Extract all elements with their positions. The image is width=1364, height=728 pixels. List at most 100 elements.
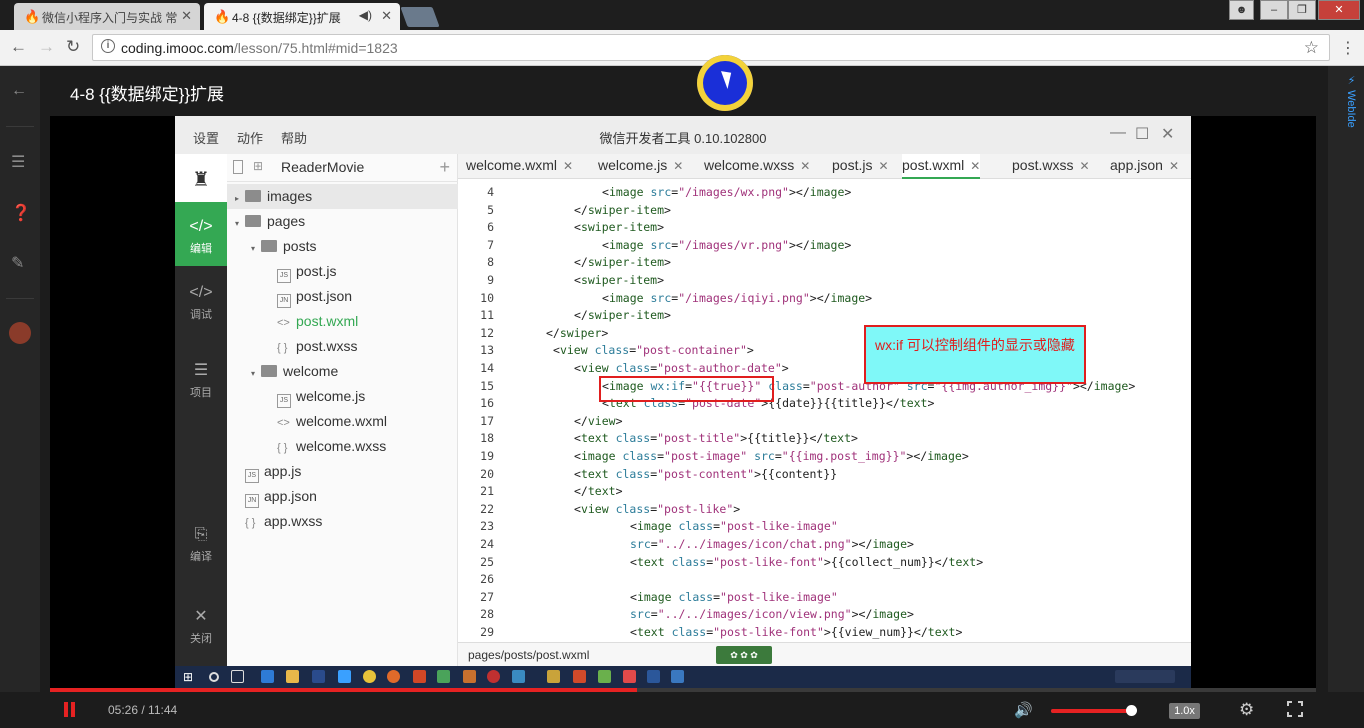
ide-minimize-icon[interactable]: —: [1110, 124, 1126, 142]
editor-tab[interactable]: welcome.wxss ✕: [704, 154, 810, 179]
file-tree: ⊞ ReaderMovie + ▸ images ▾ pages ▾ posts JS pos…: [227, 154, 458, 666]
playback-speed-button[interactable]: 1.0x: [1169, 703, 1200, 719]
code-line: </swiper-item>: [574, 202, 671, 217]
note-pencil-icon[interactable]: ✎: [11, 253, 24, 273]
ide-maximize-icon[interactable]: ☐: [1135, 124, 1149, 144]
file-tree-item[interactable]: { } welcome.wxss: [227, 434, 458, 459]
app-icon[interactable]: [387, 670, 400, 683]
chevron-right-icon[interactable]: ▸: [235, 194, 245, 203]
app-icon[interactable]: [623, 670, 636, 683]
chevron-down-icon[interactable]: ▾: [251, 244, 261, 253]
minimize-button[interactable]: –: [1260, 0, 1288, 20]
back-icon[interactable]: ←: [10, 37, 27, 57]
explorer-icon[interactable]: [286, 670, 299, 683]
browser-menu-icon[interactable]: ⋮: [1340, 38, 1356, 58]
volume-slider[interactable]: [1051, 705, 1137, 716]
close-tab-icon[interactable]: ✕: [181, 8, 192, 24]
url-input[interactable]: i coding.imooc.com/lesson/75.html#mid=18…: [92, 34, 1330, 61]
close-tab-icon[interactable]: ✕: [1169, 159, 1179, 173]
sidebar-debug[interactable]: </> 调试: [175, 284, 227, 334]
info-icon[interactable]: i: [101, 39, 115, 53]
file-tree-item[interactable]: JS post.js: [227, 259, 458, 284]
code-area[interactable]: 4 <image src="/images/wx.png"></image> 5 </…: [458, 180, 1191, 642]
app-icon[interactable]: [463, 670, 476, 683]
fullscreen-icon[interactable]: [1287, 701, 1303, 717]
word-icon[interactable]: [647, 670, 660, 683]
chevron-down-icon[interactable]: ▾: [251, 369, 261, 378]
sidebar-project[interactable]: ☰ 项目: [175, 360, 227, 410]
close-tab-icon[interactable]: ✕: [673, 159, 683, 173]
powerpoint-icon[interactable]: [413, 670, 426, 683]
browser-tab-lesson[interactable]: 🔥 4-8 {{数据绑定}}扩展 ◀) ✕: [204, 3, 400, 30]
close-tab-icon[interactable]: ✕: [563, 159, 573, 173]
app-icon[interactable]: [437, 670, 450, 683]
question-icon[interactable]: ❓: [11, 203, 31, 223]
file-tree-item[interactable]: ▾ posts: [227, 234, 458, 259]
file-tree-item[interactable]: <> welcome.wxml: [227, 409, 458, 434]
task-view-icon[interactable]: [231, 670, 244, 683]
sidebar-edit[interactable]: </> 编辑: [175, 202, 227, 266]
file-tree-item[interactable]: ▸ images: [227, 184, 458, 209]
ide-close-icon[interactable]: ✕: [1161, 124, 1174, 144]
close-tab-icon[interactable]: ✕: [800, 159, 810, 173]
user-icon[interactable]: ☻: [1229, 0, 1254, 20]
sidebar-compile[interactable]: ⎘ 编译: [175, 526, 227, 576]
editor-tab[interactable]: post.js ✕: [832, 154, 889, 179]
editor-tab[interactable]: app.json ✕: [1110, 154, 1179, 179]
file-tree-item[interactable]: { } post.wxss: [227, 334, 458, 359]
file-tree-item[interactable]: JS app.js: [227, 459, 458, 484]
edge-icon[interactable]: [261, 670, 274, 683]
file-tree-item[interactable]: JS welcome.js: [227, 384, 458, 409]
file-tree-item[interactable]: JN app.json: [227, 484, 458, 509]
file-tree-item[interactable]: ▾ welcome: [227, 359, 458, 384]
pause-icon[interactable]: [63, 702, 77, 717]
bookmark-star-icon[interactable]: ☆: [1304, 38, 1319, 58]
sidebar-close[interactable]: ✕ 关闭: [175, 606, 227, 656]
webide-link[interactable]: ⚡ WebIde: [1345, 74, 1358, 128]
editor-tab[interactable]: welcome.wxml ✕: [466, 154, 573, 179]
maximize-button[interactable]: ❐: [1288, 0, 1316, 20]
app-icon[interactable]: [487, 670, 500, 683]
app-icon[interactable]: [573, 670, 586, 683]
tree-icon[interactable]: ⊞: [253, 159, 263, 173]
file-tree-item[interactable]: ▾ pages: [227, 209, 458, 234]
chapter-list-icon[interactable]: ☰: [11, 152, 25, 172]
app-icon[interactable]: [598, 670, 611, 683]
file-tree-item[interactable]: <> post.wxml: [227, 309, 458, 334]
back-arrow-icon[interactable]: ←: [11, 82, 27, 100]
browser-tab-course[interactable]: 🔥 微信小程序入门与实战 常 ✕: [14, 3, 200, 30]
file-tree-item[interactable]: { } app.wxss: [227, 509, 458, 534]
search-icon[interactable]: [209, 672, 219, 682]
windows-start-icon[interactable]: ⊞: [183, 670, 193, 684]
user-avatar[interactable]: [9, 322, 31, 344]
editor-tab[interactable]: post.wxml ✕: [902, 154, 981, 179]
editor-tab[interactable]: welcome.js ✕: [598, 154, 683, 179]
app-icon[interactable]: [547, 670, 560, 683]
close-window-button[interactable]: ✕: [1318, 0, 1360, 20]
devtools-taskbar-icon[interactable]: [671, 670, 684, 683]
file-icon[interactable]: [233, 160, 243, 174]
chevron-down-icon[interactable]: ▾: [235, 219, 245, 228]
reload-icon[interactable]: ↻: [66, 37, 80, 57]
new-tab-button[interactable]: [400, 7, 440, 27]
settings-gear-icon[interactable]: ⚙: [1239, 700, 1254, 720]
close-tab-icon[interactable]: ✕: [878, 159, 888, 173]
imooc-flame-icon: 🔥: [214, 9, 231, 24]
volume-knob[interactable]: [1126, 705, 1137, 716]
chrome-icon[interactable]: [363, 670, 376, 683]
photoshop-icon[interactable]: [312, 670, 325, 683]
close-tab-icon[interactable]: ✕: [1079, 159, 1089, 173]
forward-icon[interactable]: →: [38, 37, 55, 57]
close-tab-icon[interactable]: ✕: [381, 8, 392, 24]
app-icon[interactable]: [512, 670, 525, 683]
windows-taskbar: ⊞: [175, 666, 1191, 688]
store-icon[interactable]: [338, 670, 351, 683]
code-line: <view class="post-like">: [574, 501, 741, 516]
ide-titlebar: 设置 动作 帮助 微信开发者工具 0.10.102800 — ☐ ✕: [175, 116, 1191, 154]
line-number: 4: [487, 185, 494, 199]
add-file-icon[interactable]: +: [439, 157, 450, 178]
close-tab-icon[interactable]: ✕: [970, 159, 980, 173]
editor-tab[interactable]: post.wxss ✕: [1012, 154, 1090, 179]
file-tree-item[interactable]: JN post.json: [227, 284, 458, 309]
volume-icon[interactable]: 🔊: [1014, 701, 1033, 719]
